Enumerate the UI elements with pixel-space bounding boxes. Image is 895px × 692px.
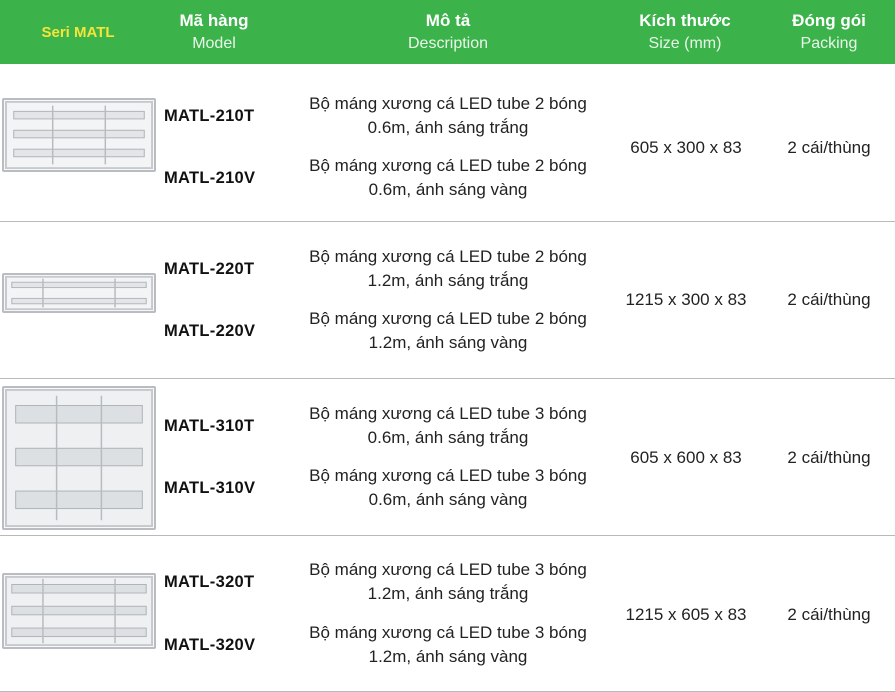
size-value: 1215 x 300 x 83: [625, 290, 747, 309]
model-code: MATL-320T: [164, 573, 255, 591]
series-label: Seri MATL: [41, 23, 115, 41]
description-header-vi: Mô tả: [425, 11, 471, 30]
description-line: 0.6m, ánh sáng vàng: [368, 490, 528, 509]
fixture-illustration: [4, 575, 154, 647]
description-column-header: Mô tả Description: [340, 10, 556, 58]
table-header: Seri MATL Mã hàng Model Mô tả Descriptio…: [0, 0, 895, 64]
description-header-en: Description: [407, 35, 489, 52]
size-column-header: Kích thước Size (mm): [620, 10, 750, 58]
model-header-en: Model: [192, 35, 236, 52]
description: Bộ máng xương cá LED tube 2 bóng 1.2m, á…: [286, 245, 610, 293]
description-line: 1.2m, ánh sáng trắng: [367, 271, 529, 290]
size-value: 605 x 600 x 83: [630, 448, 742, 467]
size-value: 605 x 300 x 83: [630, 138, 742, 157]
model-code: MATL-310V: [164, 479, 256, 497]
description: Bộ máng xương cá LED tube 2 bóng 0.6m, á…: [286, 154, 610, 202]
description-line: Bộ máng xương cá LED tube 3 bóng: [309, 560, 587, 579]
table-row: MATL-310T MATL-310V Bộ máng xương cá LED…: [0, 378, 895, 536]
table-row: MATL-320T MATL-320V Bộ máng xương cá LED…: [0, 535, 895, 692]
description: Bộ máng xương cá LED tube 3 bóng 1.2m, á…: [286, 558, 610, 606]
description: Bộ máng xương cá LED tube 3 bóng 0.6m, á…: [286, 402, 610, 450]
model-column-header: Mã hàng Model: [160, 10, 268, 58]
model-header-vi: Mã hàng: [179, 11, 249, 30]
description-line: Bộ máng xương cá LED tube 2 bóng: [309, 156, 587, 175]
size-value: 1215 x 605 x 83: [625, 605, 747, 624]
size-header-en: Size (mm): [648, 35, 722, 52]
product-image: [2, 98, 156, 172]
table-row: MATL-210T MATL-210V Bộ máng xương cá LED…: [0, 64, 895, 222]
product-image: [2, 273, 156, 313]
description-line: 0.6m, ánh sáng trắng: [367, 428, 529, 447]
description-line: Bộ máng xương cá LED tube 2 bóng: [309, 94, 587, 113]
packing-value: 2 cái/thùng: [787, 448, 871, 467]
description: Bộ máng xương cá LED tube 3 bóng 0.6m, á…: [286, 464, 610, 512]
packing-header-vi: Đóng gói: [792, 11, 866, 30]
product-image: [2, 573, 156, 649]
packing-header-en: Packing: [800, 35, 858, 52]
description-line: 1.2m, ánh sáng trắng: [367, 584, 529, 603]
description-line: Bộ máng xương cá LED tube 2 bóng: [309, 309, 587, 328]
fixture-illustration: [4, 100, 154, 170]
model-code: MATL-210V: [164, 169, 256, 187]
packing-value: 2 cái/thùng: [787, 605, 871, 624]
description-line: Bộ máng xương cá LED tube 3 bóng: [309, 404, 587, 423]
model-code: MATL-210T: [164, 107, 255, 125]
fixture-illustration: [4, 275, 154, 311]
description: Bộ máng xương cá LED tube 2 bóng 0.6m, á…: [286, 92, 610, 140]
description: Bộ máng xương cá LED tube 2 bóng 1.2m, á…: [286, 307, 610, 355]
table-row: MATL-220T MATL-220V Bộ máng xương cá LED…: [0, 221, 895, 379]
model-code: MATL-310T: [164, 417, 255, 435]
description-line: Bộ máng xương cá LED tube 3 bóng: [309, 623, 587, 642]
description-line: Bộ máng xương cá LED tube 3 bóng: [309, 466, 587, 485]
description-line: 0.6m, ánh sáng vàng: [368, 180, 528, 199]
fixture-illustration: [4, 388, 154, 528]
packing-column-header: Đóng gói Packing: [770, 10, 888, 58]
packing-value: 2 cái/thùng: [787, 290, 871, 309]
model-code: MATL-220T: [164, 260, 255, 278]
description-line: 1.2m, ánh sáng vàng: [368, 333, 528, 352]
product-image: [2, 386, 156, 530]
packing-value: 2 cái/thùng: [787, 138, 871, 157]
description-line: 1.2m, ánh sáng vàng: [368, 647, 528, 666]
size-header-vi: Kích thước: [639, 11, 731, 30]
description: Bộ máng xương cá LED tube 3 bóng 1.2m, á…: [286, 621, 610, 669]
model-code: MATL-320V: [164, 636, 256, 654]
description-line: Bộ máng xương cá LED tube 2 bóng: [309, 247, 587, 266]
model-code: MATL-220V: [164, 322, 256, 340]
description-line: 0.6m, ánh sáng trắng: [367, 118, 529, 137]
